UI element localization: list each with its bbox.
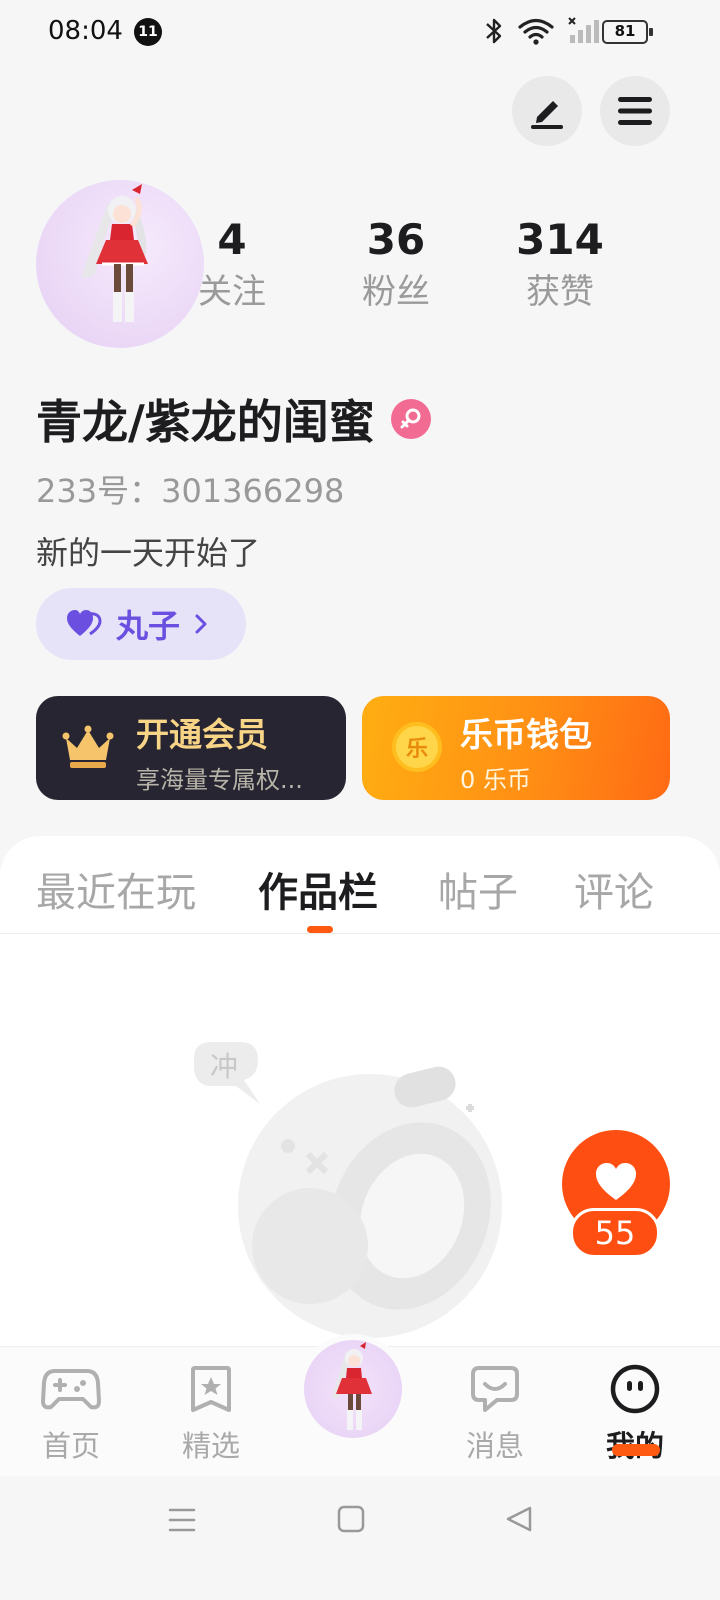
center-avatar-button[interactable] (298, 1334, 408, 1444)
vip-card[interactable]: 开通会员 享海量专属权... (36, 696, 346, 800)
nav-active-indicator (612, 1444, 660, 1456)
profile-tabs: 最近在玩 作品栏 帖子 评论 (0, 836, 720, 934)
face-icon (610, 1364, 660, 1414)
battery-level: 81 (614, 22, 636, 40)
vip-title: 开通会员 (136, 715, 268, 754)
wallet-title: 乐币钱包 (460, 715, 592, 754)
nav-messages[interactable]: 消息 (440, 1363, 550, 1465)
stat-following[interactable]: 4 关注 (162, 214, 302, 316)
stat-likes[interactable]: 314 获赞 (490, 214, 630, 316)
coin-glyph: 乐 (405, 737, 428, 762)
tab-comments[interactable]: 评论 (574, 860, 654, 918)
signal-icon (568, 17, 599, 43)
chevron-right-icon (195, 614, 207, 634)
wifi-icon (518, 18, 554, 45)
coin-icon: 乐 (392, 722, 442, 772)
content-sheet: 最近在玩 作品栏 帖子 评论 冲 (0, 836, 720, 1356)
user-bio: 新的一天开始了 (36, 534, 261, 572)
bluetooth-icon (486, 18, 502, 44)
tab-indicator (307, 926, 333, 933)
nav-home-label: 首页 (41, 1429, 100, 1463)
center-avatar-character-image (332, 1342, 372, 1430)
tab-works[interactable]: 作品栏 (258, 860, 378, 918)
menu-icon (618, 97, 652, 125)
battery-icon: 81 (602, 20, 653, 44)
user-id: 233号：301366298 (36, 472, 345, 510)
tab-posts[interactable]: 帖子 (438, 860, 518, 918)
edit-profile-button[interactable] (512, 76, 582, 146)
chat-bubble-icon (471, 1366, 519, 1412)
notification-badge: 11 (134, 18, 162, 46)
status-bar: 08:04 11 81 (0, 0, 720, 64)
female-gender-icon (390, 399, 431, 439)
wallet-card[interactable]: 乐 乐币钱包 0 乐币 (362, 696, 670, 800)
gamepad-icon (41, 1369, 101, 1410)
bookmark-star-icon (191, 1366, 231, 1412)
back-triangle-icon[interactable] (504, 1504, 534, 1534)
wallet-balance: 0 乐币 (460, 766, 531, 794)
vip-subtitle: 享海量专属权... (136, 766, 303, 794)
status-time: 08:04 (48, 16, 123, 46)
heart-icon (596, 1163, 636, 1200)
system-nav-bar (0, 1476, 720, 1600)
username-row: 青龙/紫龙的闺蜜 (36, 386, 431, 452)
like-count: 55 (570, 1208, 660, 1258)
username: 青龙/紫龙的闺蜜 (36, 395, 375, 449)
menu-button[interactable] (600, 76, 670, 146)
tag-pill[interactable]: 丸子 (36, 588, 246, 660)
nav-featured-label: 精选 (181, 1429, 240, 1463)
empty-state-bubble-text: 冲 (210, 1050, 238, 1083)
double-heart-icon (67, 610, 102, 636)
stat-following-label: 关注 (198, 272, 266, 312)
edit-icon (531, 101, 563, 129)
home-square-icon[interactable] (336, 1504, 366, 1534)
stat-following-value: 4 (217, 215, 247, 264)
nav-featured[interactable]: 精选 (156, 1363, 266, 1465)
stat-likes-label: 获赞 (526, 272, 594, 312)
tab-recent-play[interactable]: 最近在玩 (36, 860, 196, 918)
stat-likes-value: 314 (516, 215, 604, 264)
crown-icon (62, 725, 114, 768)
nav-messages-label: 消息 (465, 1429, 524, 1463)
empty-state-illustration: 冲 (194, 1042, 502, 1338)
recent-apps-icon[interactable] (166, 1504, 198, 1536)
stat-fans[interactable]: 36 粉丝 (326, 214, 466, 316)
nav-home[interactable]: 首页 (16, 1363, 126, 1465)
stat-fans-value: 36 (366, 215, 426, 264)
tag-label: 丸子 (116, 607, 181, 645)
stat-fans-label: 粉丝 (362, 272, 430, 312)
